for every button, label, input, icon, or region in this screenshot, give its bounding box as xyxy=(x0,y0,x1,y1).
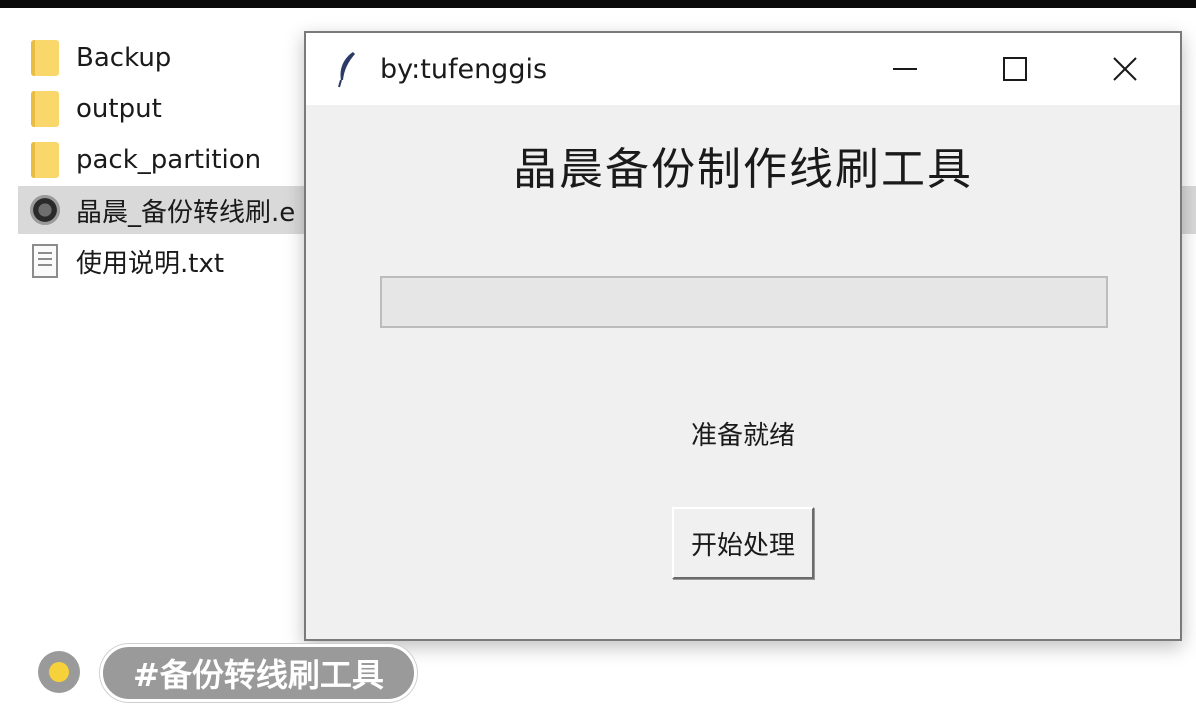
file-name: 晶晨_备份转线刷.e xyxy=(76,197,296,228)
hashtag-text: #备份转线刷工具 xyxy=(133,656,384,694)
file-name: pack_partition xyxy=(76,145,262,175)
title-bar[interactable]: by:tufenggis xyxy=(306,33,1180,105)
top-edge-bar xyxy=(0,0,1196,8)
exe-icon xyxy=(28,190,62,230)
feather-icon xyxy=(332,49,362,89)
close-icon xyxy=(1113,57,1137,81)
minimize-button[interactable] xyxy=(850,33,960,105)
text-file-icon xyxy=(28,241,62,281)
tag-dot-icon xyxy=(38,651,80,693)
file-name: output xyxy=(76,94,162,124)
file-name: 使用说明.txt xyxy=(76,248,225,279)
file-name: Backup xyxy=(76,43,172,73)
window-title: by:tufenggis xyxy=(380,53,548,85)
minimize-icon xyxy=(893,68,917,70)
maximize-button[interactable] xyxy=(960,33,1070,105)
folder-icon xyxy=(28,89,62,129)
progress-bar xyxy=(380,276,1108,328)
maximize-icon xyxy=(1003,57,1027,81)
folder-icon xyxy=(28,140,62,180)
status-label: 准备就绪 xyxy=(690,421,795,451)
close-button[interactable] xyxy=(1070,33,1180,105)
start-processing-button[interactable]: 开始处理 xyxy=(672,507,814,579)
tool-window: by:tufenggis 晶晨备份制作线刷工具 准备就绪 开始处理 xyxy=(304,31,1182,641)
folder-icon xyxy=(28,38,62,78)
hashtag-pill[interactable]: #备份转线刷工具 xyxy=(100,644,417,702)
tool-heading: 晶晨备份制作线刷工具 xyxy=(513,144,973,195)
